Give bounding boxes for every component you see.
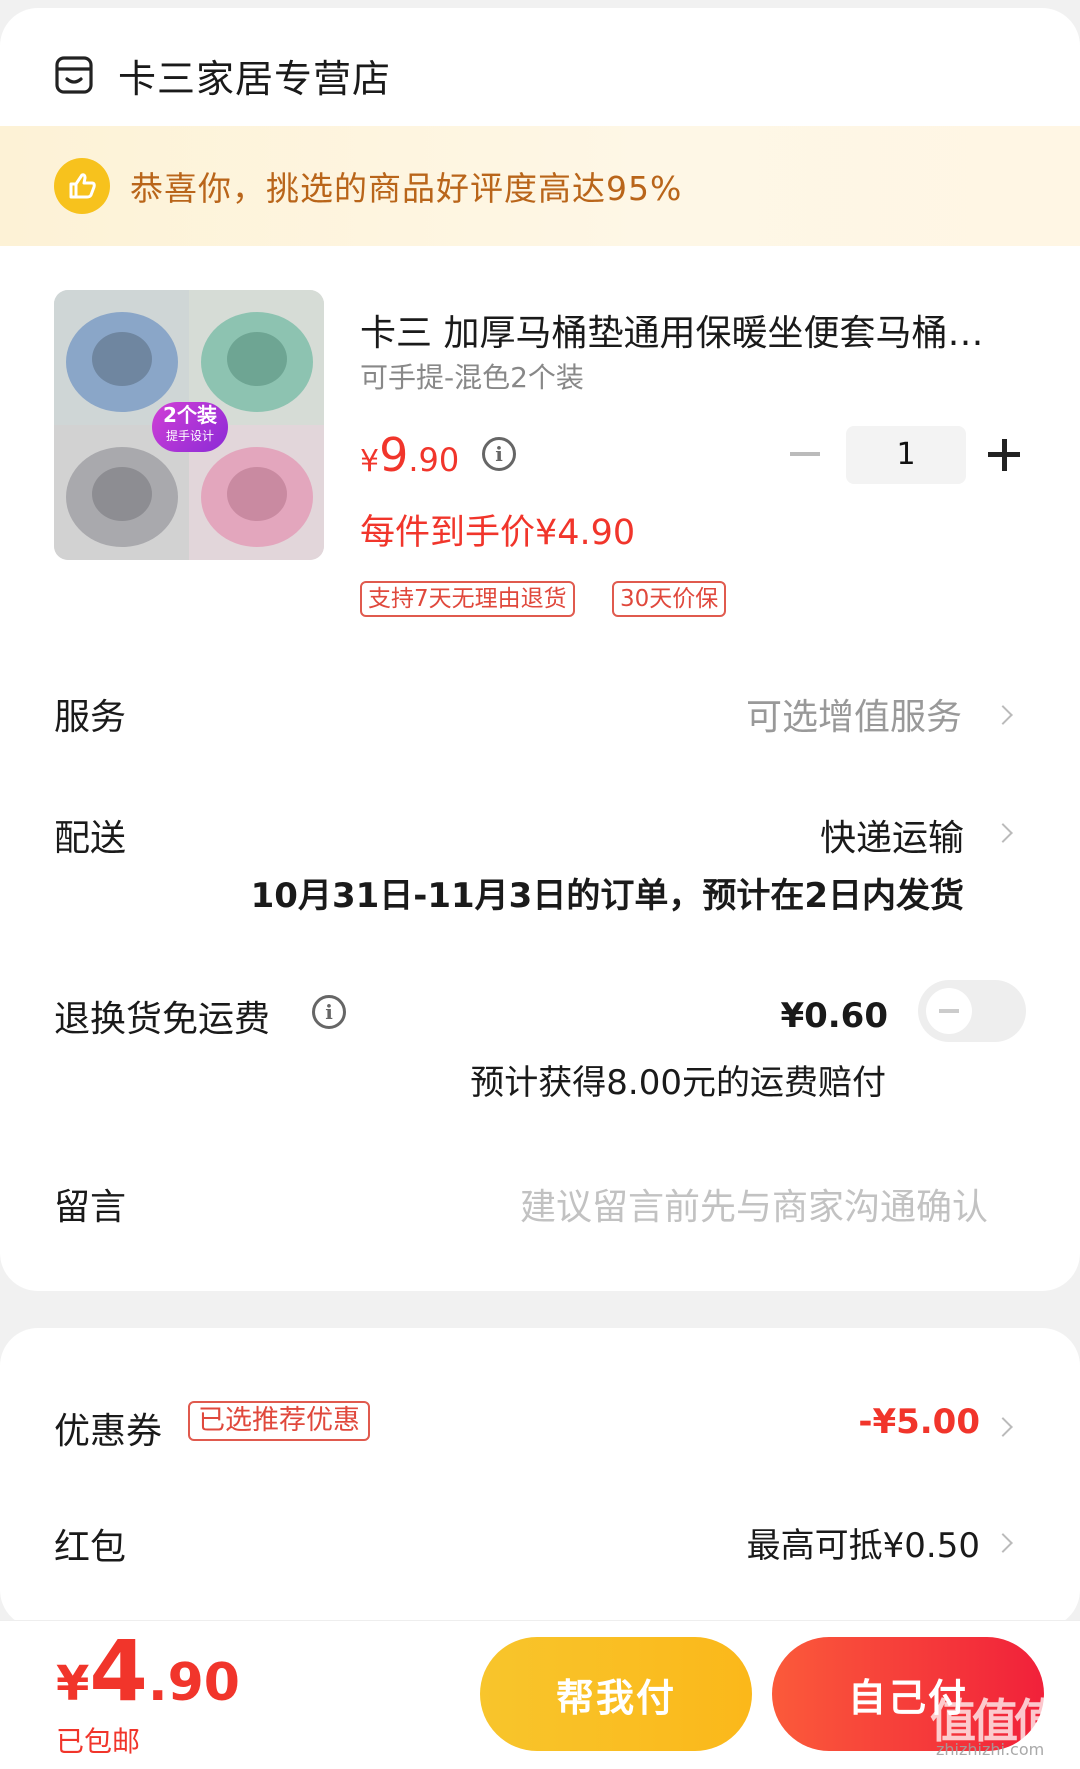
coupon-selected-tag: 已选推荐优惠 [188,1401,370,1441]
return-freight-info-icon[interactable]: i [312,995,346,1029]
delivery-label: 配送 [54,818,127,859]
coupon-value[interactable]: -¥5.00 [858,1402,980,1442]
service-label: 服务 [54,697,127,738]
redpacket-label: 红包 [54,1527,127,1568]
tag-price-protect: 30天价保 [612,581,727,617]
price-info-icon[interactable]: i [482,437,516,471]
free-shipping-label: 已包邮 [56,1725,141,1758]
quantity-input[interactable]: 1 [846,426,966,484]
product-sku[interactable]: 可手提-混色2个装 [360,356,584,396]
redpacket-value[interactable]: 最高可抵¥0.50 [747,1518,980,1567]
per-unit-price: 每件到手价¥4.90 [360,513,636,553]
coupon-label: 优惠券 [54,1411,163,1452]
discount-card [0,1328,1080,1628]
product-image[interactable]: 2个装 提手设计 [54,290,324,560]
banner-text: 恭喜你，挑选的商品好评度高达95% [130,169,683,208]
tag-7day-return: 支持7天无理由退货 [360,581,575,617]
quantity-minus-button[interactable] [790,452,820,456]
message-label: 留言 [54,1187,127,1228]
thumbs-up-icon [54,158,110,214]
toggle-knob [926,988,972,1034]
return-freight-price: ¥0.60 [780,996,888,1036]
return-freight-toggle[interactable] [918,980,1026,1042]
service-value[interactable]: 可选增值服务 [746,688,962,740]
total-price: ¥4.90 [56,1622,240,1720]
store-icon [55,56,93,94]
message-input[interactable]: 建议留言前先与商家沟通确认 [520,1178,988,1230]
store-header[interactable]: 卡三家居专营店 [54,40,391,110]
product-price: ¥9.90 [360,428,460,482]
return-freight-note: 预计获得8.00元的运费赔付 [470,1063,886,1103]
rating-banner: 恭喜你，挑选的商品好评度高达95% [0,126,1080,246]
delivery-value[interactable]: 快递运输 [820,809,964,861]
product-title[interactable]: 卡三 加厚马桶垫通用保暖坐便套马桶… [360,304,1030,356]
return-freight-label: 退换货免运费 [54,999,271,1040]
image-badge: 2个装 提手设计 [152,402,228,452]
store-name: 卡三家居专营店 [118,56,392,101]
pay-for-me-button[interactable]: 帮我付 [480,1637,752,1751]
delivery-note: 10月31日-11月3日的订单，预计在2日内发货 [250,876,964,916]
watermark-sub: zhizhizhi.com [936,1740,1045,1759]
